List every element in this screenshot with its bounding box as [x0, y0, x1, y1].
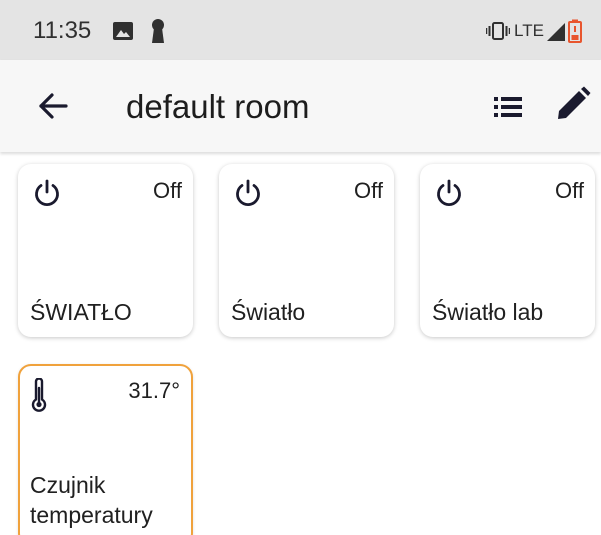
network-type: LTE	[514, 21, 544, 40]
battery-low-icon	[568, 19, 582, 43]
device-name: Światło	[231, 299, 306, 325]
device-state: Off	[354, 178, 383, 203]
pencil-icon[interactable]	[555, 86, 591, 122]
list-icon[interactable]	[494, 96, 522, 118]
power-icon[interactable]	[233, 178, 263, 208]
device-name: Czujnik temperatury	[30, 472, 153, 528]
app-bar: default room	[0, 60, 601, 152]
sensor-value: 31.7°	[128, 378, 180, 403]
device-name: Światło lab	[432, 299, 544, 325]
power-icon[interactable]	[32, 178, 62, 208]
room-screen: 11:35 LTE default room Off ŚWIATŁO Off Ś…	[0, 0, 601, 535]
device-tile-swiatlo-1[interactable]: Off ŚWIATŁO	[18, 164, 193, 337]
power-icon[interactable]	[434, 178, 464, 208]
page-title: default room	[126, 88, 310, 125]
keyhole-icon	[152, 19, 164, 43]
signal-icon	[547, 23, 565, 41]
vibrate-icon	[486, 22, 510, 40]
device-tile-swiatlo-2[interactable]: Off Światło	[219, 164, 394, 337]
device-name: ŚWIATŁO	[30, 299, 132, 325]
status-time: 11:35	[33, 17, 92, 44]
device-state: Off	[153, 178, 182, 203]
device-tile-swiatlo-lab[interactable]: Off Światło lab	[420, 164, 595, 337]
image-icon	[113, 22, 133, 40]
thermometer-icon	[31, 378, 47, 412]
sensor-tile-temperature[interactable]: 31.7° Czujnik temperatury	[18, 364, 193, 535]
arrow-back-icon[interactable]	[38, 92, 68, 120]
device-state: Off	[555, 178, 584, 203]
status-bar: 11:35 LTE	[0, 0, 601, 60]
